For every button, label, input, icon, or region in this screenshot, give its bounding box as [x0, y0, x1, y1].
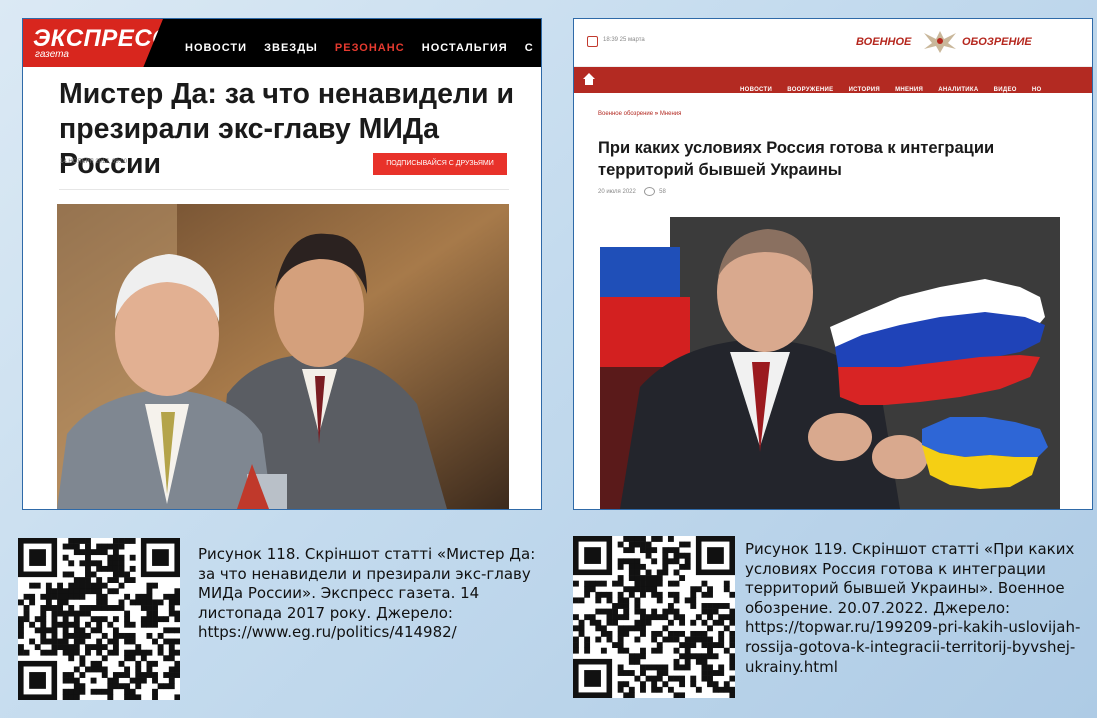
- photo-speaker-map-illustration: [600, 217, 1060, 509]
- vo-article-photo: [600, 217, 1060, 509]
- express-logo[interactable]: ЭКСПРЕСС газета: [23, 19, 163, 67]
- qr-code-figure-118[interactable]: [18, 538, 181, 701]
- vo-navbar: НОВОСТИ ВООРУЖЕНИЕ ИСТОРИЯ МНЕНИЯ АНАЛИТ…: [574, 67, 1092, 93]
- vo-nav-news[interactable]: НОВОСТИ: [740, 87, 772, 93]
- express-article-date: 14 НОЯБРЯ 2017, 09:00: [60, 159, 128, 165]
- home-icon[interactable]: [582, 72, 596, 86]
- breadcrumb-home[interactable]: Военное обозрение: [598, 111, 653, 117]
- figure-118-caption: Рисунок 118. Скріншот статті «Мистер Да:…: [198, 545, 536, 642]
- vo-article-title: При каких условиях Россия готова к интег…: [598, 139, 995, 179]
- vo-nav-analytics[interactable]: АНАЛИТИКА: [938, 87, 978, 93]
- express-nav-news[interactable]: НОВОСТИ: [185, 42, 247, 54]
- express-logo-sub: газета: [35, 49, 69, 60]
- eagle-logo-icon: [924, 31, 956, 53]
- express-nav-resonance[interactable]: РЕЗОНАНС: [335, 42, 405, 54]
- vo-topbar: 18:39 25 марта ВОЕННОЕ ОБОЗРЕНИЕ: [574, 19, 1092, 67]
- vo-nav-opinions[interactable]: МНЕНИЯ: [895, 87, 923, 93]
- qr-code-figure-119[interactable]: [573, 536, 736, 699]
- breadcrumb: Военное обозрение » Мнения: [598, 111, 681, 117]
- vo-logo-left[interactable]: ВОЕННОЕ: [856, 36, 911, 48]
- vo-nav-more[interactable]: НО: [1032, 87, 1042, 93]
- vo-nav-video[interactable]: ВИДЕО: [994, 87, 1017, 93]
- figure-119-screenshot: 18:39 25 марта ВОЕННОЕ ОБОЗРЕНИЕ НОВОСТИ…: [573, 18, 1093, 510]
- figure-118-screenshot: ЭКСПРЕСС газета НОВОСТИ ЗВЕЗДЫ РЕЗОНАНС …: [22, 18, 542, 510]
- vo-nav-armament[interactable]: ВООРУЖЕНИЕ: [787, 87, 833, 93]
- express-nav-more[interactable]: С: [525, 42, 534, 54]
- qr-code-icon: [18, 538, 181, 701]
- divider: [59, 189, 509, 190]
- breadcrumb-opinions[interactable]: Мнения: [660, 111, 682, 117]
- vo-article-meta: 20 июля 2022 58: [598, 187, 666, 196]
- subscribe-button[interactable]: ПОДПИСЫВАЙСЯ С ДРУЗЬЯМИ: [373, 153, 507, 175]
- express-nav-nostalgia[interactable]: НОСТАЛЬГИЯ: [422, 42, 508, 54]
- express-article-photo: [57, 204, 509, 509]
- breadcrumb-separator: »: [654, 111, 659, 117]
- comment-icon: [643, 187, 655, 196]
- vo-article-date: 20 июля 2022: [598, 189, 636, 196]
- vo-logo-right[interactable]: ОБОЗРЕНИЕ: [962, 36, 1032, 48]
- vo-time: 18:39 25 марта: [603, 37, 645, 43]
- express-header: ЭКСПРЕСС газета НОВОСТИ ЗВЕЗДЫ РЕЗОНАНС …: [23, 19, 541, 67]
- qr-code-icon: [573, 536, 736, 699]
- photo-two-men-illustration: [57, 204, 509, 509]
- clock-icon: [587, 36, 598, 47]
- express-nav-stars[interactable]: ЗВЕЗДЫ: [264, 42, 318, 54]
- vo-nav-history[interactable]: ИСТОРИЯ: [849, 87, 880, 93]
- figure-119-caption: Рисунок 119. Скріншот статті «При каких …: [745, 540, 1081, 676]
- subscribe-label: ПОДПИСЫВАЙСЯ С ДРУЗЬЯМИ: [386, 160, 494, 167]
- express-nav: НОВОСТИ ЗВЕЗДЫ РЕЗОНАНС НОСТАЛЬГИЯ С: [185, 36, 541, 55]
- vo-nav: НОВОСТИ ВООРУЖЕНИЕ ИСТОРИЯ МНЕНИЯ АНАЛИТ…: [740, 76, 1051, 95]
- comment-count[interactable]: 58: [659, 189, 666, 195]
